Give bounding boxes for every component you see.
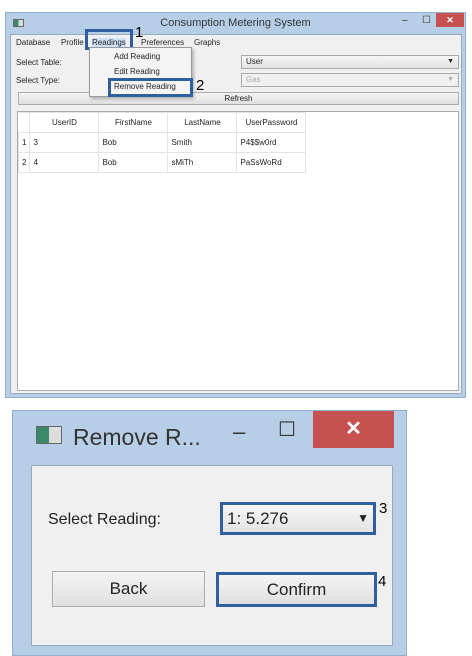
column-header[interactable]: UserID [29, 112, 100, 133]
chevron-down-icon: ▼ [447, 76, 454, 83]
menu-item-edit-reading[interactable]: Edit Reading [114, 67, 160, 76]
column-header[interactable]: FirstName [98, 112, 169, 133]
annotation-1: 1 [135, 24, 144, 41]
table-row[interactable]: 1 3 Bob Smith P4$$w0rd [17, 132, 307, 153]
annotation-3: 3 [379, 500, 388, 517]
table-header: UserID FirstName LastName UserPassword [18, 112, 307, 133]
select-reading-value: 1: 5.276 [227, 509, 289, 528]
select-type-label: Select Type: [16, 76, 60, 85]
select-table-label: Select Table: [16, 58, 62, 67]
close-button[interactable]: ✕ [436, 13, 464, 27]
chevron-down-icon: ▼ [357, 511, 369, 525]
app-icon [36, 426, 62, 444]
select-reading-combo[interactable]: 1: 5.276 ▼ [220, 502, 376, 535]
minimize-button[interactable]: – [233, 419, 245, 445]
cell[interactable]: Smith [167, 132, 238, 153]
annotation-4: 4 [378, 573, 387, 590]
minimize-button[interactable]: – [402, 15, 408, 26]
cell[interactable]: PaSsWoRd [236, 152, 307, 173]
client-area: Database Profile Readings Preferences Gr… [10, 34, 462, 394]
select-type-combo[interactable]: Gas ▼ [241, 73, 459, 87]
chevron-down-icon: ▼ [447, 58, 454, 65]
dialog-body: Select Reading: 1: 5.276 ▼ Back Confirm [31, 465, 393, 646]
column-header[interactable]: UserPassword [236, 112, 307, 133]
menu-graphs[interactable]: Graphs [194, 38, 220, 47]
maximize-button[interactable]: ☐ [422, 15, 431, 26]
maximize-button[interactable]: ☐ [278, 417, 296, 442]
cell[interactable]: P4$$w0rd [236, 132, 307, 153]
menu-database[interactable]: Database [16, 38, 50, 47]
cell[interactable]: sMiTh [167, 152, 238, 173]
window-title: Consumption Metering System [160, 17, 311, 29]
column-header[interactable]: LastName [167, 112, 238, 133]
menu-item-add-reading[interactable]: Add Reading [114, 52, 160, 61]
annotation-2: 2 [196, 77, 205, 94]
data-table: UserID FirstName LastName UserPassword 1 3 Bo… [17, 111, 459, 391]
back-button[interactable]: Back [52, 571, 205, 607]
select-reading-label: Select Reading: [48, 511, 161, 528]
select-table-combo[interactable]: User ▼ [241, 55, 459, 69]
confirm-button[interactable]: Confirm [216, 572, 377, 607]
dialog-title: Remove R... [73, 424, 201, 450]
cell[interactable]: Bob [98, 152, 169, 173]
select-type-value: Gas [246, 75, 261, 84]
table-row[interactable]: 2 4 Bob sMiTh PaSsWoRd [17, 152, 307, 173]
menu-preferences[interactable]: Preferences [141, 38, 184, 47]
refresh-button[interactable]: Refresh [18, 92, 459, 105]
row-index: 1 [17, 132, 31, 153]
cell[interactable]: 3 [29, 132, 100, 153]
cell[interactable]: Bob [98, 132, 169, 153]
close-button[interactable]: ✕ [313, 411, 394, 448]
row-index: 2 [17, 152, 31, 173]
menu-profile[interactable]: Profile [61, 38, 84, 47]
remove-reading-dialog: Remove R... – ☐ ✕ Select Reading: 1: 5.2… [12, 410, 407, 656]
cell[interactable]: 4 [29, 152, 100, 173]
select-table-value: User [246, 57, 263, 66]
main-window: Consumption Metering System – ☐ ✕ Databa… [5, 12, 466, 398]
annotation-box-remove-reading [108, 78, 193, 97]
app-icon [13, 19, 24, 27]
